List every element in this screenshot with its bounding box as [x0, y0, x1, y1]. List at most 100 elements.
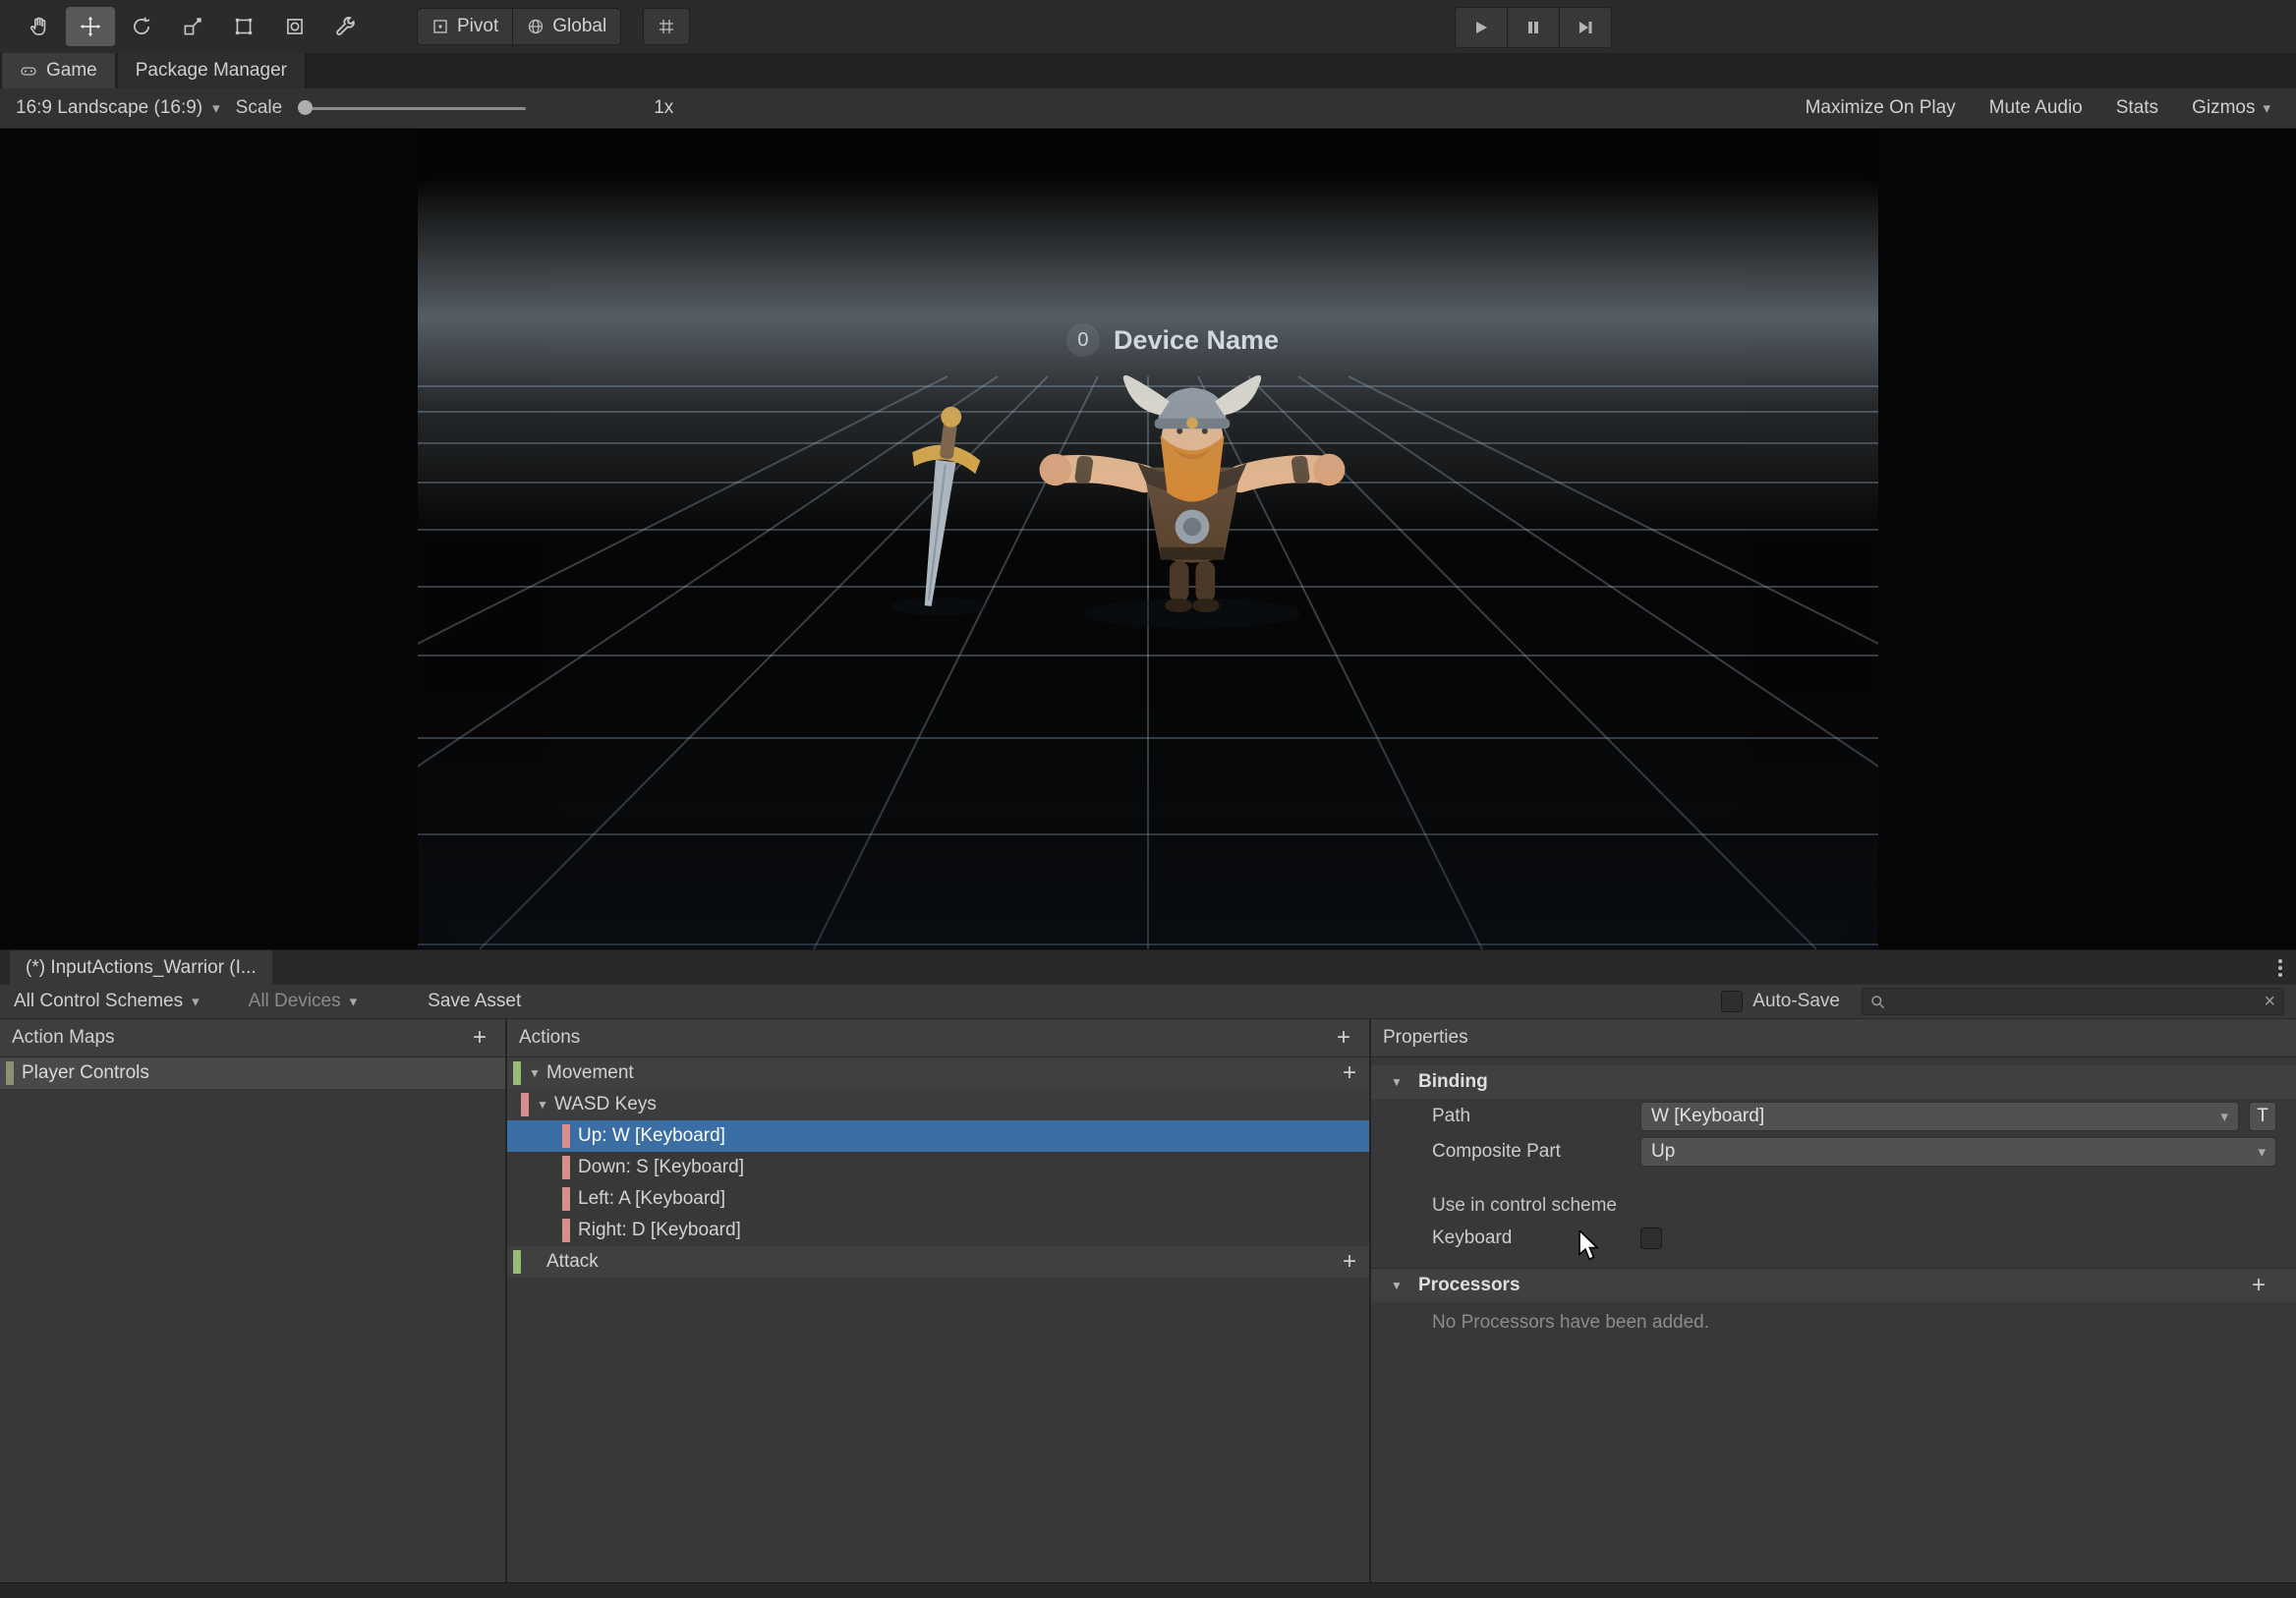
- global-toggle-button[interactable]: Global: [513, 8, 621, 45]
- properties-panel: Properties ▼ Binding Path W [Keyboard] ▾…: [1371, 1019, 2296, 1582]
- add-binding-icon[interactable]: +: [1336, 1061, 1363, 1085]
- chevron-down-icon: ▾: [350, 993, 358, 1010]
- rect-tool-button[interactable]: [219, 7, 268, 46]
- hand-tool-button[interactable]: [15, 7, 64, 46]
- maximize-on-play-toggle[interactable]: Maximize On Play: [1806, 97, 1956, 119]
- action-row-attack[interactable]: Attack +: [507, 1246, 1369, 1278]
- control-schemes-dropdown[interactable]: All Control Schemes ▾: [6, 991, 207, 1012]
- tab-input-actions[interactable]: (*) InputActions_Warrior (I...: [10, 950, 272, 986]
- processors-empty-text: No Processors have been added.: [1371, 1302, 2296, 1334]
- scale-label: Scale: [236, 97, 283, 119]
- binding-row-left[interactable]: Left: A [Keyboard]: [507, 1183, 1369, 1215]
- scale-value: 1x: [654, 97, 673, 119]
- binding-color-strip: [562, 1124, 570, 1148]
- gizmos-dropdown[interactable]: Gizmos ▾: [2192, 97, 2270, 119]
- composite-color-strip: [521, 1093, 529, 1116]
- binding-color-strip: [562, 1156, 570, 1179]
- window-menu-icon[interactable]: [2278, 959, 2282, 977]
- rotate-tool-button[interactable]: [117, 7, 166, 46]
- warrior-character: [850, 356, 1420, 641]
- device-name-text: Device Name: [1114, 325, 1279, 356]
- rect-tool-icon: [232, 15, 256, 38]
- maximize-on-play-label: Maximize On Play: [1806, 97, 1956, 119]
- keyboard-checkbox[interactable]: [1640, 1227, 1662, 1249]
- tab-game[interactable]: Game: [2, 53, 116, 88]
- search-icon: [1870, 995, 1885, 1009]
- add-processor-icon[interactable]: +: [2245, 1274, 2272, 1297]
- pivot-icon: [431, 18, 449, 35]
- control-scheme-toolbar: All Control Schemes ▾ All Devices ▾ Save…: [0, 985, 2296, 1019]
- action-maps-title: Action Maps: [12, 1027, 115, 1049]
- composite-part-value: Up: [1651, 1141, 1675, 1163]
- scale-tool-button[interactable]: [168, 7, 217, 46]
- save-asset-button[interactable]: Save Asset: [420, 991, 529, 1012]
- play-button[interactable]: [1455, 7, 1508, 48]
- action-label: Movement: [546, 1062, 634, 1084]
- add-action-icon[interactable]: +: [1330, 1026, 1357, 1050]
- gizmos-label: Gizmos: [2192, 97, 2255, 119]
- action-row-movement[interactable]: ▼ Movement +: [507, 1057, 1369, 1089]
- input-actions-tab-label: (*) InputActions_Warrior (I...: [26, 957, 257, 979]
- composite-row-wasd-keys[interactable]: ▼ WASD Keys: [507, 1089, 1369, 1120]
- custom-tool-button[interactable]: [321, 7, 371, 46]
- composite-part-row: Composite Part Up ▾: [1371, 1134, 2296, 1170]
- path-label: Path: [1432, 1106, 1640, 1127]
- stats-label: Stats: [2116, 97, 2158, 119]
- keyboard-scheme-row: Keyboard: [1371, 1223, 2296, 1254]
- devices-dropdown[interactable]: All Devices ▾: [241, 991, 366, 1012]
- search-input[interactable]: ×: [1862, 988, 2284, 1015]
- processors-section-header[interactable]: ▼ Processors +: [1371, 1269, 2296, 1302]
- composite-part-dropdown[interactable]: Up ▾: [1640, 1137, 2276, 1167]
- binding-row-right[interactable]: Right: D [Keyboard]: [507, 1215, 1369, 1246]
- action-color-strip: [513, 1250, 521, 1274]
- mute-audio-toggle[interactable]: Mute Audio: [1989, 97, 2083, 119]
- binding-row-down[interactable]: Down: S [Keyboard]: [507, 1152, 1369, 1183]
- binding-label: Right: D [Keyboard]: [578, 1220, 741, 1241]
- scale-icon: [181, 15, 204, 38]
- pivot-toggle-button[interactable]: Pivot: [417, 8, 513, 45]
- global-label: Global: [552, 16, 606, 37]
- tab-package-manager[interactable]: Package Manager: [118, 53, 306, 88]
- stats-toggle[interactable]: Stats: [2116, 97, 2158, 119]
- aspect-ratio-value: 16:9 Landscape (16:9): [16, 97, 202, 119]
- binding-color-strip: [562, 1219, 570, 1242]
- transform-tool-button[interactable]: [270, 7, 319, 46]
- step-icon: [1577, 19, 1594, 36]
- wrench-icon: [334, 15, 358, 38]
- move-tool-button[interactable]: [66, 7, 115, 46]
- sword: [894, 403, 987, 610]
- binding-row-up[interactable]: Up: W [Keyboard]: [507, 1120, 1369, 1152]
- tab-package-manager-label: Package Manager: [136, 60, 287, 82]
- scale-slider-knob[interactable]: [298, 100, 313, 115]
- grid-snap-button[interactable]: [643, 8, 690, 45]
- keyboard-label: Keyboard: [1432, 1227, 1640, 1249]
- add-action-map-icon[interactable]: +: [466, 1026, 493, 1050]
- actions-title: Actions: [519, 1027, 580, 1049]
- device-name-overlay: 0 Device Name: [1066, 323, 1279, 357]
- step-button[interactable]: [1560, 7, 1612, 48]
- foldout-open-icon[interactable]: ▼: [529, 1066, 546, 1080]
- game-view-toolbar: 16:9 Landscape (16:9) ▾ Scale 1x Maximiz…: [0, 88, 2296, 129]
- aspect-ratio-dropdown[interactable]: 16:9 Landscape (16:9) ▾: [10, 97, 226, 119]
- bottom-strip: [0, 1582, 2296, 1598]
- transform-icon: [283, 15, 307, 38]
- clear-search-icon[interactable]: ×: [2264, 992, 2275, 1011]
- device-index-badge: 0: [1066, 323, 1100, 357]
- add-binding-icon[interactable]: +: [1336, 1250, 1363, 1274]
- game-toolbar-left: 16:9 Landscape (16:9) ▾ Scale 1x: [10, 97, 673, 119]
- use-in-control-scheme-label: Use in control scheme: [1371, 1170, 2296, 1223]
- foldout-open-icon[interactable]: ▼: [537, 1098, 554, 1112]
- binding-section-header[interactable]: ▼ Binding: [1371, 1065, 2296, 1099]
- action-map-row-player-controls[interactable]: Player Controls: [0, 1057, 505, 1089]
- scale-slider[interactable]: [300, 98, 526, 118]
- chevron-down-icon: ▾: [2263, 99, 2270, 117]
- mouse-cursor: [1578, 1230, 1603, 1262]
- path-property-row: Path W [Keyboard] ▾ T: [1371, 1099, 2296, 1134]
- chevron-down-icon: ▾: [212, 99, 220, 117]
- action-map-label: Player Controls: [22, 1062, 149, 1084]
- unity-editor-window: Pivot Global: [0, 0, 2296, 1598]
- path-dropdown[interactable]: W [Keyboard] ▾: [1640, 1102, 2239, 1131]
- path-text-mode-button[interactable]: T: [2249, 1102, 2276, 1131]
- auto-save-checkbox[interactable]: [1721, 991, 1743, 1012]
- pause-button[interactable]: [1508, 7, 1560, 48]
